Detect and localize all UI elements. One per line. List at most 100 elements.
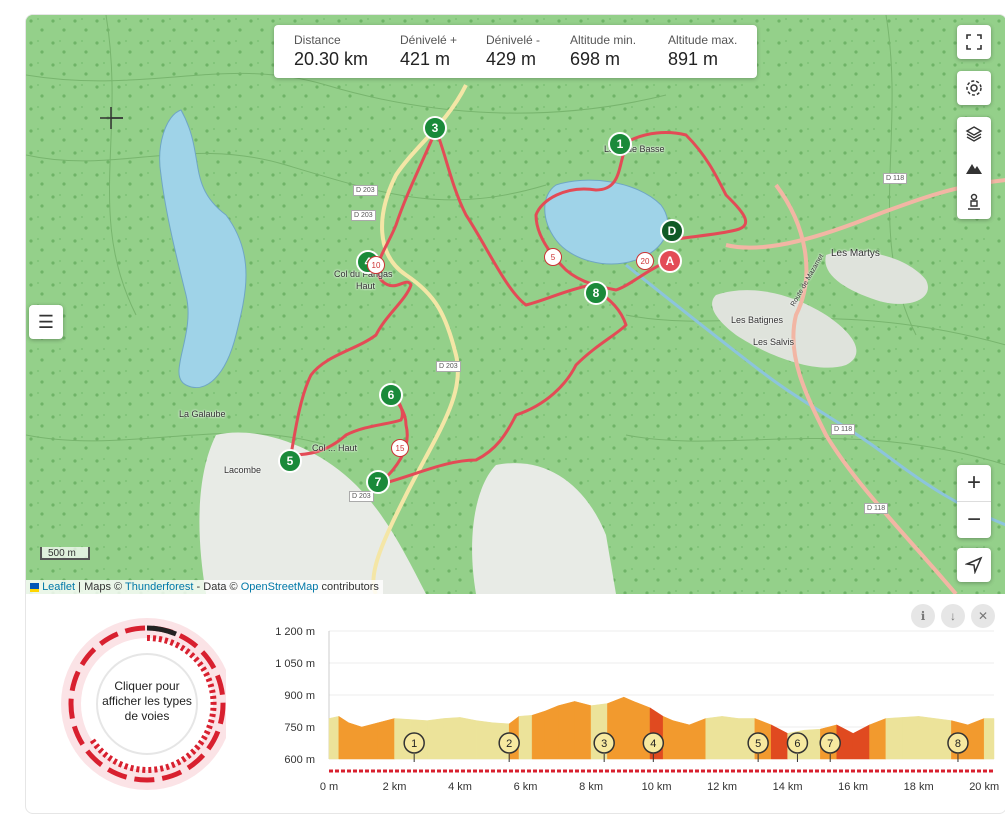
stat-value: 429 m xyxy=(486,49,537,69)
y-tick-label: 600 m xyxy=(284,754,315,766)
road-label: D 203 xyxy=(349,491,374,502)
start-marker[interactable]: D xyxy=(660,219,684,243)
x-tick-label: 10 km xyxy=(642,781,672,793)
place-label: Les Martys xyxy=(831,248,880,259)
waypoint-label: 1 xyxy=(411,738,417,750)
leaflet-link[interactable]: Leaflet xyxy=(42,581,75,593)
elevation-segment xyxy=(377,718,395,760)
route-stats: Distance 20.30 km Dénivelé + 421 m Déniv… xyxy=(274,25,757,78)
km-marker: 15 xyxy=(391,439,409,457)
menu-button[interactable]: ☰ xyxy=(29,305,63,339)
settings-button[interactable] xyxy=(957,71,991,105)
waypoint-marker[interactable]: 7 xyxy=(366,470,390,494)
y-tick-label: 750 m xyxy=(284,722,315,734)
elevation-segment xyxy=(328,716,340,760)
waypoint-label: 8 xyxy=(955,738,961,750)
road-label: D 203 xyxy=(353,185,378,196)
road-label: D 203 xyxy=(436,361,461,372)
fullscreen-button[interactable] xyxy=(957,25,991,59)
layers-button[interactable] xyxy=(957,117,991,151)
waypoint-label: 4 xyxy=(650,738,656,750)
stat-altitude-max: Altitude max. 891 m xyxy=(668,25,757,78)
elevation-segment xyxy=(721,716,739,760)
elevation-segment xyxy=(338,715,349,760)
elevation-segment xyxy=(902,716,919,760)
km-marker: 5 xyxy=(544,248,562,266)
elevation-segment xyxy=(662,715,674,760)
attribution-text: | Maps © xyxy=(78,581,123,593)
elevation-segment xyxy=(852,724,870,760)
stat-elevation-loss: Dénivelé - 429 m xyxy=(486,25,570,78)
zoom-out-icon: − xyxy=(966,506,981,533)
elevation-segment xyxy=(885,717,903,760)
elevation-segment xyxy=(427,718,444,760)
place-label: La Galaube xyxy=(179,409,226,419)
elevation-segment xyxy=(623,696,634,760)
pegman-icon xyxy=(968,193,980,210)
map-tools xyxy=(957,117,991,219)
place-label: Haut xyxy=(356,281,376,291)
elevation-segment xyxy=(544,705,559,760)
road-label: D 118 xyxy=(864,503,889,514)
road-label: D 118 xyxy=(831,424,856,435)
map[interactable]: Distance 20.30 km Dénivelé + 421 m Déniv… xyxy=(26,15,1005,594)
attribution-text: contributors xyxy=(321,581,379,593)
bottom-panel: Cliquer pour afficher les types de voies… xyxy=(26,594,1005,813)
elevation-segment xyxy=(918,716,936,760)
elevation-chart[interactable]: 1 200 m 1 050 m 900 m 750 m 600 m 1 2 3 4 5 6 7 8 0 m… xyxy=(26,594,1005,813)
x-tick-label: 18 km xyxy=(904,781,934,793)
place-label: Col ... Haut xyxy=(312,443,358,453)
waypoint-marker[interactable]: 8 xyxy=(584,281,608,305)
stat-value: 421 m xyxy=(400,49,451,69)
locate-button[interactable] xyxy=(957,548,991,582)
road-label: D 203 xyxy=(351,210,376,221)
waypoint-label: 7 xyxy=(827,738,833,750)
street-view-button[interactable] xyxy=(957,185,991,219)
zoom-control: + − xyxy=(957,465,991,538)
stat-label: Altitude min. xyxy=(570,33,637,47)
map-attribution: Leaflet | Maps © Thunderforest - Data © … xyxy=(26,580,383,594)
end-marker[interactable]: A xyxy=(658,249,682,273)
settings-icon xyxy=(966,80,982,96)
zoom-in-button[interactable]: + xyxy=(957,465,991,502)
y-tick-label: 1 050 m xyxy=(275,658,315,670)
waypoint-marker[interactable]: 5 xyxy=(278,449,302,473)
waypoint-label: 5 xyxy=(755,738,761,750)
stat-elevation-gain: Dénivelé + 421 m xyxy=(400,25,486,78)
elevation-segment xyxy=(361,722,379,760)
y-tick-label: 1 200 m xyxy=(275,626,315,638)
stat-distance: Distance 20.30 km xyxy=(294,25,400,78)
waypoint-marker[interactable]: 3 xyxy=(423,116,447,140)
map-scale: 500 m xyxy=(40,547,90,560)
stat-label: Dénivelé + xyxy=(400,33,458,47)
y-tick-label: 900 m xyxy=(284,690,315,702)
layers-icon xyxy=(965,126,983,142)
elevation-segment xyxy=(869,718,887,760)
x-tick-label: 16 km xyxy=(838,781,868,793)
terrain-button[interactable] xyxy=(957,151,991,185)
stat-value: 20.30 km xyxy=(294,49,369,69)
locate-icon xyxy=(965,556,983,574)
menu-icon: ☰ xyxy=(37,311,55,332)
stat-label: Altitude max. xyxy=(668,33,738,47)
elevation-segment xyxy=(476,720,494,760)
osm-link[interactable]: OpenStreetMap xyxy=(241,581,319,593)
elevation-segment xyxy=(967,718,985,760)
x-tick-label: 14 km xyxy=(773,781,803,793)
stat-label: Dénivelé - xyxy=(486,33,541,47)
place-label: Lacombe xyxy=(224,465,262,475)
waypoint-label: 3 xyxy=(601,738,607,750)
stat-label: Distance xyxy=(294,33,341,47)
x-tick-label: 0 m xyxy=(320,781,338,793)
waypoint-label: 2 xyxy=(506,738,512,750)
mountain-icon xyxy=(966,164,982,174)
waypoint-marker[interactable]: 1 xyxy=(608,132,632,156)
road-label: D 118 xyxy=(883,173,908,184)
thunderforest-link[interactable]: Thunderforest xyxy=(125,581,193,593)
x-tick-label: 2 km xyxy=(383,781,407,793)
place-label: Les Salvis xyxy=(753,337,795,347)
elevation-segment xyxy=(770,724,788,760)
elevation-segment xyxy=(459,717,477,760)
zoom-out-button[interactable]: − xyxy=(957,502,991,538)
waypoint-marker[interactable]: 6 xyxy=(379,383,403,407)
